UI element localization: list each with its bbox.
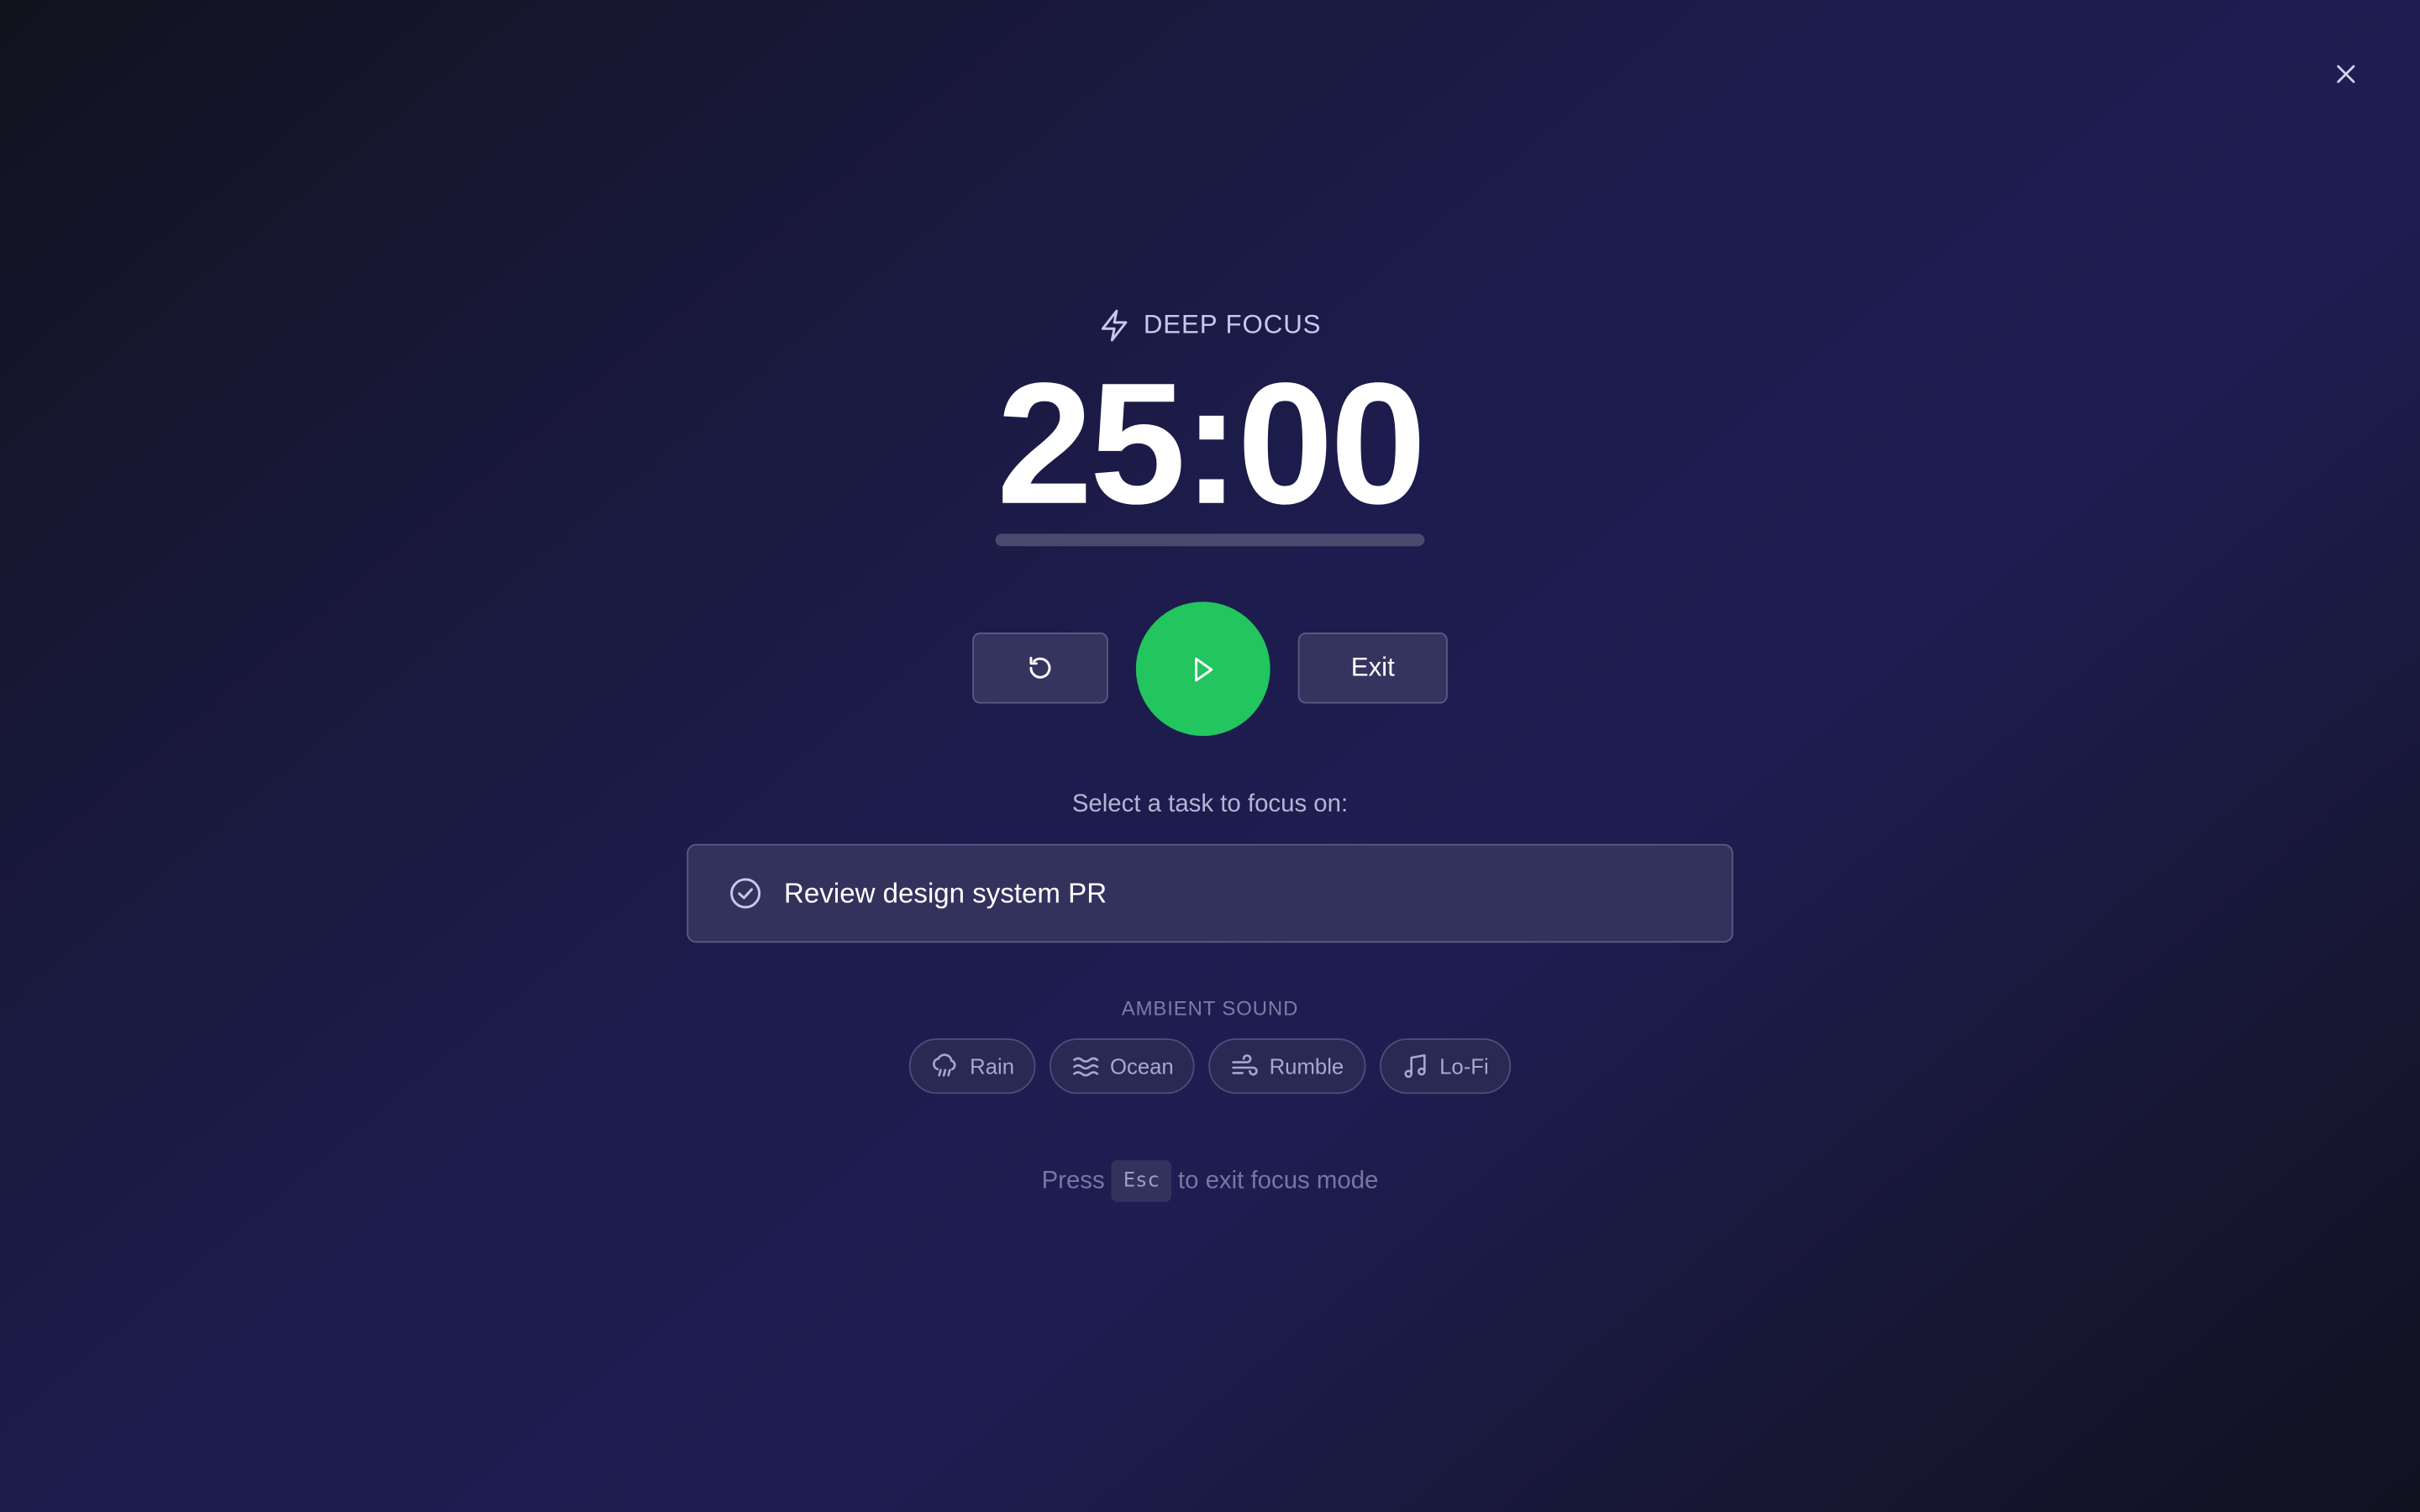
esc-key: Esc [1111,1160,1172,1202]
rain-cloud-icon [933,1053,957,1077]
timer-display: 25:00 [997,347,1426,540]
focus-mode-screen: DEEP FOCUS 25:00 Exit Select a task to f… [0,0,2420,1512]
close-button[interactable] [2328,55,2365,92]
task-selector[interactable]: Review design system PR [687,843,1733,943]
selected-task-label: Review design system PR [784,877,1107,908]
sound-rain-button[interactable]: Rain [909,1038,1036,1095]
keyboard-hint: Press Esc to exit focus mode [0,1160,2420,1202]
ambient-sound-heading: AMBIENT SOUND [1121,996,1299,1021]
mode-label: DEEP FOCUS [0,308,2420,342]
sound-ocean-button[interactable]: Ocean [1050,1038,1196,1095]
sound-rain-label: Rain [970,1053,1015,1079]
hint-suffix: to exit focus mode [1177,1167,1379,1194]
check-circle-icon [730,878,761,909]
hint-prefix: Press [1041,1167,1105,1194]
task-prompt: Select a task to focus on: [1071,791,1349,818]
music-note-icon [1403,1054,1426,1079]
sound-lofi-label: Lo-Fi [1439,1053,1489,1079]
ambient-sound-options: Rain Ocean Rumble Lo-Fi [0,1038,2420,1095]
close-icon [2337,65,2355,83]
reset-button[interactable] [972,633,1108,704]
play-icon [1194,656,1213,681]
lightning-icon [1101,309,1128,342]
mode-title: DEEP FOCUS [1143,310,1322,340]
sound-lofi-button[interactable]: Lo-Fi [1379,1038,1511,1095]
waves-icon [1073,1057,1099,1077]
wind-icon [1233,1054,1259,1076]
exit-button[interactable]: Exit [1297,633,1448,704]
sound-ocean-label: Ocean [1109,1053,1174,1079]
sound-rumble-label: Rumble [1269,1053,1344,1079]
play-button[interactable] [1135,601,1270,737]
sound-rumble-button[interactable]: Rumble [1208,1038,1365,1095]
timer-progress-bar [995,533,1425,547]
reset-icon [1029,656,1051,679]
